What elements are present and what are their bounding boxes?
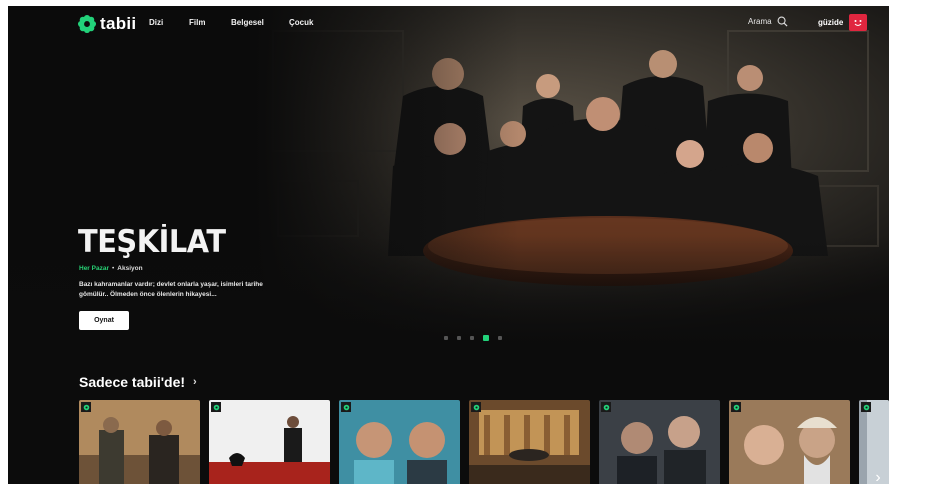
brand-logo[interactable]: tabii [78,14,136,34]
content-card[interactable] [469,400,590,484]
show-schedule: Her Pazar [79,265,109,272]
nav-link-dizi[interactable]: Dizi [149,18,163,27]
section-title-text: Sadece tabii'de! [79,374,186,390]
avatar[interactable] [849,14,867,31]
tabii-badge-icon [861,402,871,412]
search-icon [777,16,788,27]
tabii-badge-icon [731,402,741,412]
card-thumbnail [729,400,850,484]
top-nav: tabii Dizi Film Belgesel Çocuk Arama güz… [8,6,889,40]
section-title[interactable]: Sadece tabii'de! › [79,374,197,390]
card-thumbnail [79,400,200,484]
nav-link-belgesel[interactable]: Belgesel [231,18,264,27]
play-button[interactable]: Oynat [79,311,129,330]
search-label: Arama [748,17,772,26]
brand-name: tabii [100,14,137,33]
content-card[interactable] [599,400,720,484]
tabii-badge-icon [601,402,611,412]
nav-link-cocuk[interactable]: Çocuk [289,18,313,27]
nav-link-film[interactable]: Film [189,18,205,27]
tabii-badge-icon [341,402,351,412]
card-thumbnail [599,400,720,484]
card-thumbnail [209,400,330,484]
next-arrow-icon[interactable]: › [868,466,888,484]
content-card[interactable] [729,400,850,484]
profile-name[interactable]: güzide [818,18,843,27]
chevron-right-icon: › [193,376,197,388]
meta-separator: • [112,265,115,272]
carousel-dot-5[interactable] [498,336,502,340]
content-card[interactable] [79,400,200,484]
show-genre: Aksiyon [117,265,143,272]
search-button[interactable]: Arama [748,16,788,27]
carousel-dot-3[interactable] [470,336,474,340]
content-card[interactable] [339,400,460,484]
show-description: Bazı kahramanlar vardır; devlet onlarla … [79,281,263,298]
tabii-badge-icon [471,402,481,412]
content-card[interactable] [209,400,330,484]
carousel-dots [444,335,511,341]
carousel-dot-4[interactable] [483,335,489,341]
show-meta: Her Pazar • Aksiyon [79,265,143,272]
carousel-dot-2[interactable] [457,336,461,340]
show-title-logo: TEŞKİLAT [78,224,226,260]
app-frame: tabii Dizi Film Belgesel Çocuk Arama güz… [8,6,889,484]
card-thumbnail [339,400,460,484]
carousel-dot-1[interactable] [444,336,448,340]
card-thumbnail [469,400,590,484]
tabii-badge-icon [81,402,91,412]
tabii-logo-icon [78,15,96,33]
tabii-badge-icon [211,402,221,412]
avatar-icon [854,19,862,26]
